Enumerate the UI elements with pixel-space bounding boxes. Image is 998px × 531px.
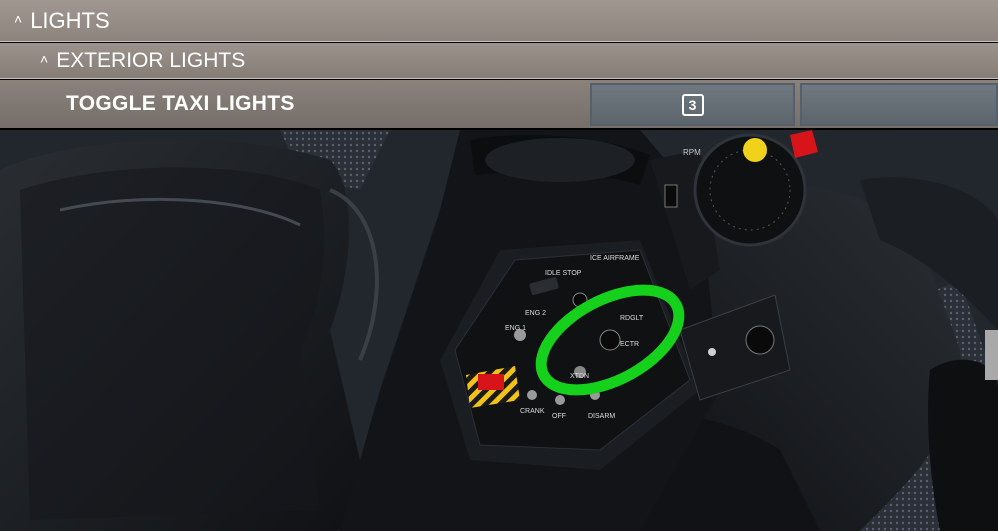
- ectr-text: ECTR: [620, 341, 639, 348]
- exterior-lights-subcategory-header[interactable]: ˄ EXTERIOR LIGHTS: [0, 43, 998, 79]
- disarm-text: DISARM: [588, 413, 615, 420]
- cockpit-view: RPM IDLE STOP ICE AIRFRAME ENG 1 ENG 2 R…: [0, 130, 998, 531]
- cockpit-scene-graphic: RPM IDLE STOP ICE AIRFRAME ENG 1 ENG 2 R…: [0, 130, 998, 531]
- binding-slot-primary[interactable]: 3: [590, 83, 795, 126]
- caret-up-icon: ˄: [14, 10, 23, 27]
- xtdn-text: XTDN: [570, 373, 589, 380]
- idle-stop-text: IDLE STOP: [545, 270, 582, 277]
- exterior-lights-label: EXTERIOR LIGHTS: [56, 48, 246, 72]
- rdglt-text: RDGLT: [620, 315, 644, 322]
- ice-airframe-text: ICE AIRFRAME: [590, 255, 640, 262]
- binding-slot-secondary[interactable]: [800, 83, 998, 126]
- guarded-switch-icon: [478, 374, 504, 390]
- toggle-taxi-lights-label: TOGGLE TAXI LIGHTS: [66, 92, 295, 115]
- eng1-text: ENG 1: [505, 325, 526, 332]
- lights-category-header[interactable]: ˄ LIGHTS: [0, 0, 998, 42]
- eng2-text: ENG 2: [525, 310, 546, 317]
- yellow-knob-icon: [743, 138, 767, 162]
- caret-up-icon: ˄: [40, 50, 49, 67]
- crank-text: CRANK: [520, 408, 545, 415]
- off-text: OFF: [552, 413, 566, 420]
- rpm-text: RPM: [683, 148, 701, 157]
- lights-category-label: LIGHTS: [30, 7, 110, 33]
- key-3-icon: 3: [681, 93, 704, 116]
